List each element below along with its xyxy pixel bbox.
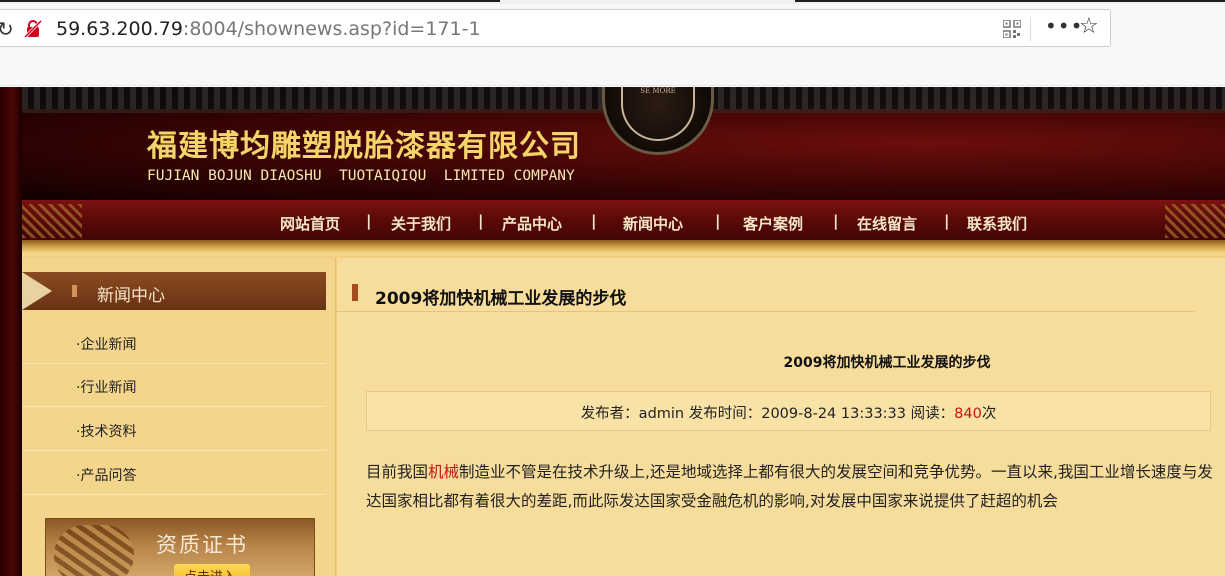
- url-path: :8004/shownews.asp?id=171-1: [182, 18, 481, 40]
- sidebar-item-label: ·产品问答: [76, 468, 137, 484]
- meta-suffix: 次: [981, 406, 997, 422]
- page-left-border: [0, 87, 22, 576]
- nav-separator: |: [366, 212, 372, 230]
- nav-contact[interactable]: 联系我们: [967, 213, 1027, 234]
- sidebar-item-company-news[interactable]: ·企业新闻: [22, 321, 326, 364]
- site-header: SE MORE 福建博均雕塑脱胎漆器有限公司 FUJIAN BOJUN DIAO…: [22, 87, 1225, 200]
- nav-separator: |: [715, 212, 721, 230]
- url-text[interactable]: 59.63.200.79:8004/shownews.asp?id=171-1: [56, 18, 481, 40]
- nav-separator: |: [591, 212, 597, 230]
- nav-cases[interactable]: 客户案例: [743, 213, 803, 234]
- sidebar-item-tech-docs[interactable]: ·技术资料: [22, 408, 326, 451]
- nav-separator: |: [944, 212, 950, 230]
- main-content: 2009将加快机械工业发展的步伐 2009将加快机械工业发展的步伐 发布者：ad…: [337, 258, 1225, 576]
- nav-products[interactable]: 产品中心: [502, 213, 562, 234]
- more-menu-icon[interactable]: •••: [1045, 14, 1083, 38]
- certificate-button-label: 点击进入: [184, 566, 236, 576]
- sidebar: 新闻中心 ·企业新闻 ·行业新闻 ·技术资料 ·产品问答 资质证书 点击进入: [22, 258, 336, 576]
- arrow-icon: [22, 272, 52, 310]
- tab-edge: [0, 0, 500, 2]
- article-body: 目前我国机械制造业不管是在技术升级上,还是地域选择上都有很大的发展空间和竞争优势…: [366, 458, 1218, 516]
- qr-code-icon[interactable]: [1003, 20, 1021, 38]
- nav-news[interactable]: 新闻中心: [623, 213, 683, 234]
- body-text: 目前我国: [366, 463, 429, 481]
- nav-home[interactable]: 网站首页: [280, 213, 340, 234]
- gold-divider-band: [22, 240, 1225, 258]
- certificate-title: 资质证书: [156, 533, 248, 557]
- title-marker-icon: [352, 284, 358, 301]
- not-secure-icon[interactable]: [23, 19, 43, 39]
- url-host: 59.63.200.79: [56, 18, 183, 40]
- nav-guestbook[interactable]: 在线留言: [857, 213, 917, 234]
- sidebar-item-label: ·企业新闻: [76, 337, 137, 353]
- nav-ornament-right: [1165, 204, 1225, 238]
- body-text: 制造业不管是在技术升级上,还是地域选择上都有很大的发展空间和竞争优势。一直以来,…: [366, 463, 1213, 510]
- meta-text: 发布者：admin 发布时间：2009-8-24 13:33:33 阅读：: [580, 406, 955, 422]
- browser-toolbar: ↻ 59.63.200.79:8004/shownews.asp?id=171-…: [0, 4, 1225, 86]
- keyword-link[interactable]: 机械: [428, 463, 459, 481]
- bookmark-star-icon[interactable]: ☆: [1079, 14, 1099, 39]
- nav-separator: |: [833, 212, 839, 230]
- certificate-enter-button[interactable]: 点击进入: [174, 564, 250, 576]
- nav-separator: |: [478, 212, 484, 230]
- header-emblem-icon: SE MORE: [602, 87, 714, 155]
- article-title: 2009将加快机械工业发展的步伐: [783, 355, 991, 371]
- sidebar-title: 新闻中心: [97, 286, 165, 306]
- certificate-banner[interactable]: 资质证书 点击进入: [45, 518, 315, 576]
- emblem-ring: [621, 87, 695, 141]
- nav-about[interactable]: 关于我们: [391, 213, 451, 234]
- main-nav: 网站首页 | 关于我们 | 产品中心 | 新闻中心 | 客户案例 | 在线留言 …: [22, 200, 1225, 240]
- sidebar-title-bar: 新闻中心: [22, 272, 326, 310]
- decorative-swirl: [54, 525, 134, 576]
- toolbar-divider: [1030, 17, 1031, 41]
- address-bar[interactable]: ↻ 59.63.200.79:8004/shownews.asp?id=171-…: [0, 9, 1111, 47]
- company-name-en: FUJIAN BOJUN DIAOSHU TUOTAIQIQU LIMITED …: [147, 168, 575, 184]
- tab-edge: [795, 0, 1225, 2]
- sidebar-item-industry-news[interactable]: ·行业新闻: [22, 364, 326, 407]
- section-header: 2009将加快机械工业发展的步伐: [337, 276, 1195, 312]
- nav-ornament-left: [22, 204, 82, 238]
- section-title: 2009将加快机械工业发展的步伐: [375, 289, 627, 309]
- title-marker-icon: [72, 285, 77, 297]
- article-meta-box: 发布者：admin 发布时间：2009-8-24 13:33:33 阅读：840…: [366, 391, 1211, 431]
- emblem-text: SE MORE: [640, 87, 676, 95]
- company-name-cn: 福建博均雕塑脱胎漆器有限公司: [147, 129, 581, 164]
- sidebar-item-label: ·技术资料: [76, 424, 137, 440]
- reload-icon[interactable]: ↻: [0, 17, 14, 41]
- sidebar-item-product-qa[interactable]: ·产品问答: [22, 452, 326, 495]
- sidebar-item-label: ·行业新闻: [76, 380, 137, 396]
- article-meta: 发布者：admin 发布时间：2009-8-24 13:33:33 阅读：840…: [367, 402, 1210, 423]
- read-count: 840: [954, 406, 982, 422]
- web-page: SE MORE 福建博均雕塑脱胎漆器有限公司 FUJIAN BOJUN DIAO…: [0, 87, 1225, 576]
